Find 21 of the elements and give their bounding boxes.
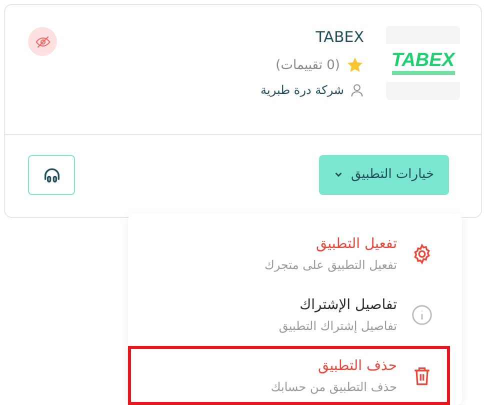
menu-item[interactable]: تفاصيل الإشتراك تفاصيل إشتراك التطبيق: [128, 285, 462, 344]
app-name: TABEX: [316, 27, 364, 48]
menu-item-subtitle: تفاصيل إشتراك التطبيق: [278, 319, 397, 333]
gear-icon: [411, 242, 433, 264]
menu-item-subtitle: تفعيل التطبيق على متجرك: [264, 258, 397, 272]
app-logo: TABEX: [386, 26, 460, 100]
support-button[interactable]: [28, 154, 75, 194]
app-options-button[interactable]: خيارات التطبيق: [318, 154, 449, 194]
info-icon: [411, 304, 433, 326]
star-icon: [346, 56, 364, 74]
menu-item-title: تفاصيل الإشتراك: [300, 296, 397, 315]
developer-name: شركة درة طبرية: [260, 83, 344, 97]
rating-count: (0 تقييمات): [276, 58, 340, 72]
menu-item-title: حذف التطبيق: [318, 357, 397, 376]
menu-item-title: تفعيل التطبيق: [316, 235, 397, 254]
menu-item[interactable]: حذف التطبيق حذف التطبيق من حسابك: [128, 346, 450, 405]
menu-item-subtitle: حذف التطبيق من حسابك: [270, 380, 397, 394]
menu-item[interactable]: تفعيل التطبيق تفعيل التطبيق على متجرك: [128, 224, 462, 283]
user-icon: [350, 82, 364, 98]
hide-icon[interactable]: [28, 27, 57, 56]
chevron-icon: [334, 170, 343, 179]
